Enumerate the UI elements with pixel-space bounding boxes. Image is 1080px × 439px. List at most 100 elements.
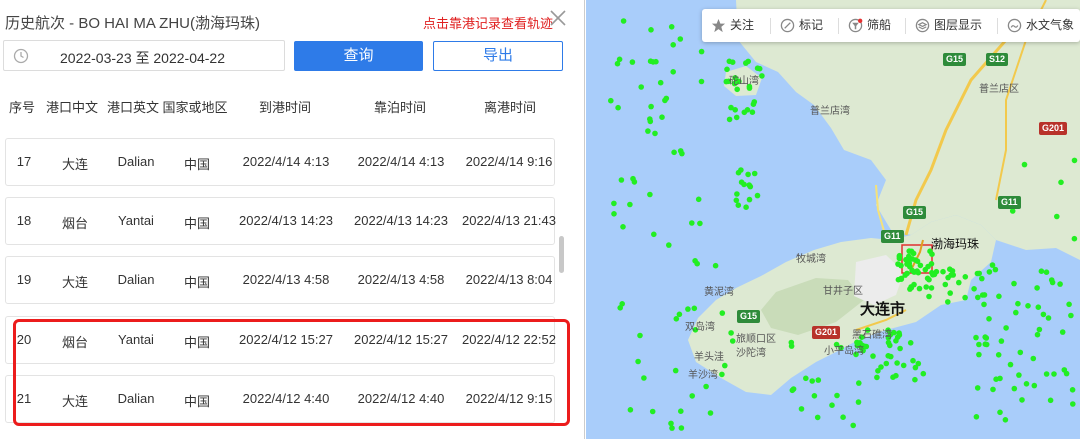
ship-dot[interactable]: [677, 148, 684, 154]
ship-dot[interactable]: [1058, 179, 1064, 186]
mark-button[interactable]: 标记: [780, 9, 823, 42]
ship-dot[interactable]: [798, 406, 805, 412]
ship-dot[interactable]: [611, 200, 617, 207]
ship-dot[interactable]: [735, 169, 742, 176]
ship-dot[interactable]: [903, 256, 909, 263]
ship-dot[interactable]: [1070, 401, 1076, 407]
ship-dot[interactable]: [670, 42, 676, 48]
ship-dot[interactable]: [677, 36, 684, 42]
ship-dot[interactable]: [1011, 280, 1017, 287]
ship-dot[interactable]: [616, 56, 623, 63]
ship-dot[interactable]: [1051, 371, 1057, 377]
ship-dot[interactable]: [883, 360, 890, 367]
ship-dot[interactable]: [729, 338, 736, 344]
ship-dot[interactable]: [650, 59, 656, 65]
ship-dot[interactable]: [815, 377, 822, 383]
ship-dot[interactable]: [912, 376, 918, 383]
ship-dot[interactable]: [648, 103, 654, 110]
ship-dot[interactable]: [733, 197, 740, 204]
ship-dot[interactable]: [697, 220, 703, 227]
ship-dot[interactable]: [982, 341, 989, 348]
ship-dot[interactable]: [728, 330, 734, 336]
view-track-link[interactable]: 点击靠港记录查看轨迹: [423, 13, 553, 32]
ship-dot[interactable]: [1030, 355, 1037, 362]
ship-dot[interactable]: [916, 285, 923, 292]
table-row[interactable]: 17 大连 Dalian 中国 2022/4/14 4:13 2022/4/14…: [5, 138, 555, 186]
map-view[interactable]: 砣山湾 普兰店湾 普兰店区 牧城湾 黄泥湾 双岛湾 甘井子区 旅顺口区 羊头洼 …: [586, 0, 1080, 439]
ship-dot[interactable]: [911, 281, 917, 288]
ship-dot[interactable]: [611, 211, 617, 217]
ship-dot[interactable]: [945, 299, 951, 305]
ship-dot[interactable]: [923, 284, 929, 290]
filter-ships-button[interactable]: 筛船: [848, 9, 891, 42]
ship-dot[interactable]: [745, 171, 751, 178]
ship-dot[interactable]: [900, 362, 907, 369]
table-row[interactable]: 21 大连 Dalian 中国 2022/4/12 4:40 2022/4/12…: [5, 375, 555, 423]
ship-dot[interactable]: [746, 196, 753, 203]
ship-dot[interactable]: [712, 262, 719, 269]
table-row[interactable]: 19 大连 Dalian 中国 2022/4/13 4:58 2022/4/13…: [5, 256, 555, 304]
ship-dot[interactable]: [940, 268, 946, 275]
ship-dot[interactable]: [641, 375, 647, 381]
ship-dot[interactable]: [652, 130, 658, 137]
ship-dot[interactable]: [895, 261, 901, 267]
close-icon[interactable]: [548, 8, 568, 28]
ship-dot[interactable]: [1059, 329, 1066, 335]
ship-dot[interactable]: [1049, 279, 1056, 286]
ship-dot[interactable]: [996, 293, 1002, 300]
ship-dot[interactable]: [734, 86, 740, 93]
ship-dot[interactable]: [1036, 326, 1043, 333]
weather-button[interactable]: 水文气象: [1007, 9, 1074, 42]
ship-dot[interactable]: [703, 383, 709, 390]
ship-dot[interactable]: [1035, 304, 1042, 311]
ship-dot[interactable]: [678, 408, 684, 415]
ship-dot[interactable]: [694, 260, 700, 267]
table-row[interactable]: 20 烟台 Yantai 中国 2022/4/12 15:27 2022/4/1…: [5, 316, 556, 364]
ship-dot[interactable]: [834, 392, 840, 399]
ship-dot[interactable]: [1040, 311, 1047, 318]
ship-dot[interactable]: [926, 293, 932, 300]
ship-dot[interactable]: [898, 275, 905, 282]
ship-dot[interactable]: [1043, 371, 1050, 377]
ship-dot[interactable]: [635, 358, 641, 365]
ship-dot[interactable]: [732, 107, 738, 113]
ship-dot[interactable]: [754, 192, 761, 199]
ship-dot[interactable]: [1019, 397, 1025, 403]
ship-dot[interactable]: [1021, 161, 1028, 168]
ship-dot[interactable]: [998, 338, 1005, 344]
ship-dot[interactable]: [907, 340, 914, 346]
ship-dot[interactable]: [615, 104, 621, 111]
ship-dot[interactable]: [1054, 213, 1060, 220]
ship-dot[interactable]: [608, 97, 614, 104]
ship-dot[interactable]: [809, 378, 815, 384]
ship-dot[interactable]: [976, 341, 982, 348]
ship-dot[interactable]: [1003, 325, 1009, 331]
scrollbar-thumb[interactable]: [559, 236, 564, 273]
ship-dot[interactable]: [874, 374, 880, 381]
ship-dot[interactable]: [811, 393, 818, 399]
ship-dot[interactable]: [979, 275, 985, 282]
ship-dot[interactable]: [910, 250, 917, 257]
ship-dot[interactable]: [885, 353, 891, 359]
ship-dot[interactable]: [975, 294, 981, 301]
ship-dot[interactable]: [928, 261, 935, 267]
ship-dot[interactable]: [1013, 309, 1019, 316]
query-button[interactable]: 查询: [294, 41, 423, 71]
ship-dot[interactable]: [856, 380, 862, 386]
ship-dot[interactable]: [666, 242, 672, 248]
ship-dot[interactable]: [878, 364, 884, 370]
ship-dot[interactable]: [986, 316, 992, 322]
ship-dot[interactable]: [1034, 331, 1041, 338]
ship-dot[interactable]: [947, 290, 953, 296]
ship-dot[interactable]: [982, 334, 988, 340]
ship-dot[interactable]: [743, 204, 749, 210]
ship-dot[interactable]: [738, 179, 745, 185]
ship-dot[interactable]: [997, 409, 1003, 416]
ship-dot[interactable]: [981, 292, 988, 298]
ship-dot[interactable]: [1047, 397, 1054, 404]
ship-dot[interactable]: [990, 386, 996, 393]
ship-dot[interactable]: [928, 285, 935, 291]
ship-dot[interactable]: [743, 60, 749, 66]
ship-dot[interactable]: [947, 266, 953, 273]
ship-dot[interactable]: [735, 202, 742, 208]
